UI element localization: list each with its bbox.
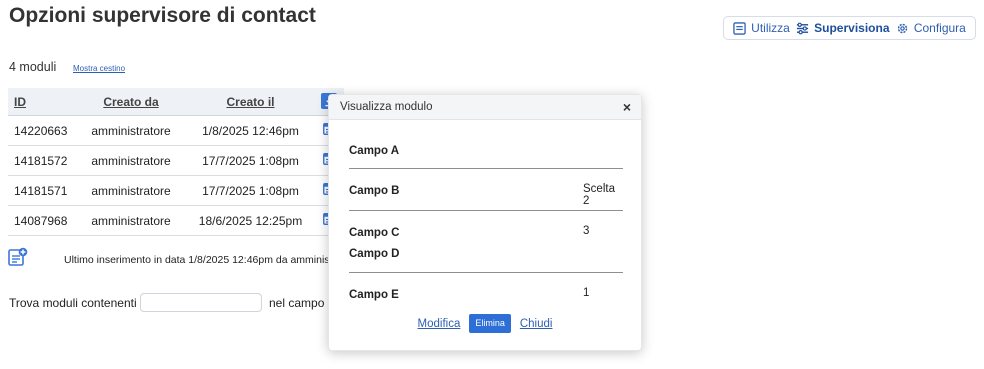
field-value: 1 <box>583 287 590 299</box>
mode-configure-label: Configura <box>913 21 966 35</box>
search-field-label: nel campo <box>269 296 325 310</box>
mode-use-label: Utilizza <box>751 21 790 35</box>
field-name: Campo D <box>349 248 400 260</box>
modal-actions: Modifica Elimina Chiudi <box>329 314 641 333</box>
cell-created-at: 17/7/2025 1:08pm <box>187 175 314 206</box>
show-trash-link[interactable]: Mostra cestino <box>73 64 125 73</box>
cell-created-by: amministratore <box>75 115 187 146</box>
table-row: 14087968 amministratore 18/6/2025 12:25p… <box>8 205 344 236</box>
field-divider <box>349 210 623 211</box>
edit-link[interactable]: Modifica <box>418 318 461 330</box>
cell-id: 14181572 <box>8 145 75 176</box>
column-header-id[interactable]: ID <box>8 88 75 116</box>
cell-created-at: 17/7/2025 1:08pm <box>187 145 314 176</box>
cell-id: 14087968 <box>8 205 75 236</box>
cell-id: 14181571 <box>8 175 75 206</box>
field-divider <box>349 168 623 169</box>
mode-supervise-button[interactable]: Supervisiona <box>796 21 890 35</box>
field-divider <box>349 272 623 273</box>
field-name: Campo B <box>349 185 400 197</box>
field-value: 3 <box>583 225 590 237</box>
table-row: 14181572 amministratore 17/7/2025 1:08pm <box>8 145 344 176</box>
last-insert-info: Ultimo inserimento in data 1/8/2025 12:4… <box>64 254 330 266</box>
field-name: Campo A <box>349 145 400 157</box>
field-name: Campo C <box>349 227 400 239</box>
forms-count: 4 moduli <box>9 60 57 74</box>
view-form-modal: Visualizza modulo × Campo A Campo B Scel… <box>328 94 642 351</box>
search-label: Trova moduli contenenti <box>9 296 137 310</box>
table-header-row: ID Creato da Creato il <box>8 88 344 116</box>
gear-icon <box>897 23 908 33</box>
modal-title: Visualizza modulo <box>340 101 433 113</box>
add-record-icon[interactable] <box>8 247 28 272</box>
cell-created-by: amministratore <box>75 205 187 236</box>
cell-created-at: 1/8/2025 12:46pm <box>187 115 314 146</box>
cell-created-by: amministratore <box>75 175 187 206</box>
column-header-created-by[interactable]: Creato da <box>75 88 187 116</box>
cell-created-by: amministratore <box>75 145 187 176</box>
table-row: 14181571 amministratore 17/7/2025 1:08pm <box>8 175 344 206</box>
mode-supervise-label: Supervisiona <box>814 21 890 35</box>
cell-id: 14220663 <box>8 115 75 146</box>
mode-configure-button[interactable]: Configura <box>896 21 966 35</box>
forms-table: ID Creato da Creato il 14220663 amminist… <box>8 88 344 236</box>
cell-created-at: 18/6/2025 12:25pm <box>187 205 314 236</box>
table-row: 14220663 amministratore 1/8/2025 12:46pm <box>8 115 344 146</box>
field-value: Scelta 2 <box>583 183 615 207</box>
search-input[interactable] <box>140 293 262 312</box>
delete-button[interactable]: Elimina <box>469 314 511 333</box>
column-header-created-at[interactable]: Creato il <box>187 88 314 116</box>
close-icon[interactable]: × <box>623 99 631 115</box>
sliders-icon <box>797 22 809 34</box>
field-name: Campo E <box>349 289 399 301</box>
mode-use-button[interactable]: Utilizza <box>733 21 790 35</box>
mode-switcher: Utilizza Supervisiona Configura <box>723 16 976 40</box>
form-icon <box>733 21 746 35</box>
page-title: Opzioni supervisore di contact <box>9 4 316 27</box>
modal-header: Visualizza modulo × <box>329 95 641 120</box>
close-link[interactable]: Chiudi <box>520 318 553 330</box>
